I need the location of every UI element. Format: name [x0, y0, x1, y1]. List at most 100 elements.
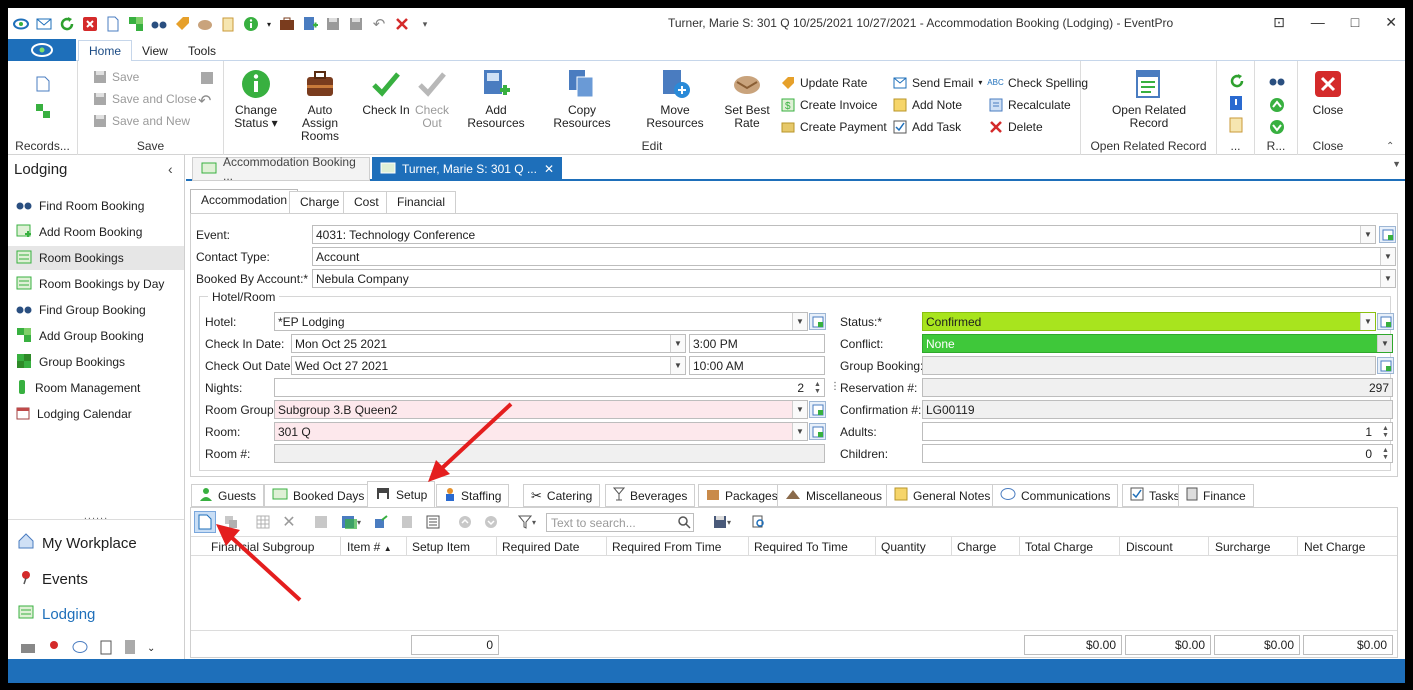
- minimize-icon[interactable]: —: [1311, 14, 1325, 31]
- undo-icon[interactable]: ↶: [198, 91, 211, 111]
- confirmation-field[interactable]: LG00119: [922, 400, 1393, 419]
- stepper-icon[interactable]: ▲ ▼: [1379, 445, 1392, 462]
- grid-icon[interactable]: [252, 511, 274, 533]
- column-charge[interactable]: Charge: [957, 540, 996, 554]
- check-spelling-button[interactable]: ABC Check Spelling: [987, 75, 1088, 90]
- maximize-icon[interactable]: □: [1351, 14, 1359, 31]
- room-number-field[interactable]: [274, 444, 825, 463]
- nav-item-add-group-booking[interactable]: Add Group Booking: [8, 324, 184, 348]
- column-total-charge[interactable]: Total Charge: [1025, 540, 1093, 554]
- column-required-from-time[interactable]: Required From Time: [612, 540, 721, 554]
- column-discount[interactable]: Discount: [1126, 540, 1173, 554]
- reservation-field[interactable]: 297: [922, 378, 1393, 397]
- undo-icon[interactable]: ↶: [370, 15, 388, 33]
- splitter-handle[interactable]: ⋮: [830, 381, 840, 392]
- save-disk-icon[interactable]: [200, 71, 214, 88]
- chevron-down-icon[interactable]: ▼: [670, 335, 685, 352]
- collapse-nav-icon[interactable]: ‹: [168, 161, 173, 177]
- tab-tools[interactable]: Tools: [180, 42, 224, 60]
- nav-item-add-room-booking[interactable]: Add Room Booking: [8, 220, 184, 244]
- add-task-button[interactable]: Add Task: [892, 119, 961, 134]
- auto-assign-rooms-button[interactable]: Auto Assign Rooms: [290, 67, 350, 143]
- check-out-button[interactable]: Check Out: [408, 67, 456, 130]
- dropdown-arrow-icon[interactable]: ▾: [265, 15, 273, 33]
- column-required-date[interactable]: Required Date: [502, 540, 579, 554]
- status-field[interactable]: Confirmed ▼: [922, 312, 1376, 331]
- tab-communications[interactable]: Communications: [992, 484, 1119, 507]
- check-in-button[interactable]: Check In: [362, 67, 410, 117]
- refresh-icon[interactable]: [58, 15, 76, 33]
- column-surcharge[interactable]: Surcharge: [1215, 540, 1270, 554]
- chat-icon[interactable]: [72, 640, 88, 657]
- chevron-down-icon[interactable]: ▼: [1380, 248, 1395, 265]
- children-field[interactable]: 0 ▲ ▼: [922, 444, 1393, 463]
- save-and-new-button[interactable]: Save and New: [92, 113, 190, 128]
- open-related-record-button[interactable]: Open Related Record: [1105, 67, 1193, 130]
- move-resources-button[interactable]: Move Resources: [632, 67, 718, 130]
- lookup-icon[interactable]: [1379, 226, 1396, 243]
- check-in-time-field[interactable]: 3:00 PM: [689, 334, 825, 353]
- info-icon[interactable]: [242, 15, 260, 33]
- tab-finance[interactable]: Finance: [1178, 484, 1254, 507]
- create-invoice-button[interactable]: $ Create Invoice: [780, 97, 877, 112]
- restore-ribbon-icon[interactable]: ⊡: [1273, 14, 1285, 31]
- file-menu-button[interactable]: [8, 39, 76, 61]
- set-best-rate-button[interactable]: Set Best Rate: [724, 67, 770, 130]
- chevron-down-icon[interactable]: ▼: [792, 401, 807, 418]
- more-icon[interactable]: ⌄: [147, 643, 155, 654]
- hotel-field[interactable]: *EP Lodging ▼: [274, 312, 808, 331]
- alert-icon[interactable]: [1229, 95, 1243, 114]
- close-record-icon[interactable]: [81, 15, 99, 33]
- add-group-icon[interactable]: [35, 103, 51, 122]
- save-close-icon[interactable]: [347, 15, 365, 33]
- new-item-button[interactable]: [194, 511, 216, 533]
- resources-icon[interactable]: [20, 640, 36, 657]
- check-out-date-field[interactable]: Wed Oct 27 2021 ▼: [291, 356, 686, 375]
- next-record-icon[interactable]: [1269, 119, 1285, 138]
- doc-tab-accommodation-booking[interactable]: Accommodation Booking ...: [192, 155, 370, 183]
- nav-lodging[interactable]: Lodging: [18, 605, 95, 623]
- search-icon[interactable]: [677, 515, 691, 532]
- doc-tab-turner-marie[interactable]: Turner, Marie S: 301 Q ... ✕: [372, 157, 562, 181]
- lookup-icon[interactable]: [809, 423, 826, 440]
- tab-cost[interactable]: Cost: [343, 191, 390, 213]
- column-financial-subgroup[interactable]: Financial Subgroup: [211, 540, 314, 554]
- grid-search-input[interactable]: Text to search...: [546, 512, 694, 532]
- save-and-close-button[interactable]: Save and Close: [92, 91, 197, 106]
- delete-button[interactable]: Delete: [988, 119, 1043, 134]
- add-resources-icon[interactable]: ▾: [336, 511, 366, 533]
- tab-guests[interactable]: Guests: [191, 484, 265, 507]
- save-layout-icon[interactable]: ▾: [706, 511, 738, 533]
- change-status-button[interactable]: Change Status ▾: [232, 67, 280, 130]
- customize-qat-icon[interactable]: ▾: [416, 15, 434, 33]
- copy-resources-button[interactable]: Copy Resources: [542, 67, 622, 130]
- notes-icon[interactable]: [1229, 117, 1243, 136]
- adults-field[interactable]: 1 ▲ ▼: [922, 422, 1393, 441]
- nav-item-find-group-booking[interactable]: Find Group Booking: [8, 298, 184, 322]
- add-resources-button[interactable]: Add Resources: [458, 67, 534, 130]
- send-email-button[interactable]: Send Email ▾: [892, 75, 982, 90]
- group-booking-field[interactable]: [922, 356, 1376, 375]
- tab-packages[interactable]: Packages: [698, 484, 786, 507]
- add-resources-icon[interactable]: [301, 15, 319, 33]
- close-tab-icon[interactable]: ✕: [544, 162, 554, 176]
- tab-setup[interactable]: Setup: [367, 481, 436, 508]
- room-field[interactable]: 301 Q ▼: [274, 422, 808, 441]
- chevron-down-icon[interactable]: ▼: [792, 313, 807, 330]
- tab-financial[interactable]: Financial: [386, 191, 457, 213]
- binoculars-icon[interactable]: [1269, 75, 1285, 90]
- tab-view[interactable]: View: [134, 42, 176, 60]
- room-group-field[interactable]: Subgroup 3.B Queen2 ▼: [274, 400, 808, 419]
- find-icon[interactable]: [748, 511, 770, 533]
- tab-general-notes[interactable]: General Notes: [886, 484, 999, 507]
- move-up-icon[interactable]: [454, 511, 476, 533]
- check-out-time-field[interactable]: 10:00 AM: [689, 356, 825, 375]
- conflict-field[interactable]: None ▼: [922, 334, 1393, 353]
- nav-item-group-bookings[interactable]: Group Bookings: [8, 350, 184, 374]
- create-payment-button[interactable]: Create Payment: [780, 119, 887, 134]
- previous-record-icon[interactable]: [1269, 97, 1285, 116]
- splitter-grip[interactable]: ......: [8, 510, 184, 522]
- close-window-icon[interactable]: ✕: [1385, 14, 1397, 31]
- nav-item-room-bookings-by-day[interactable]: Room Bookings by Day: [8, 272, 184, 296]
- tab-beverages[interactable]: Beverages: [605, 484, 696, 507]
